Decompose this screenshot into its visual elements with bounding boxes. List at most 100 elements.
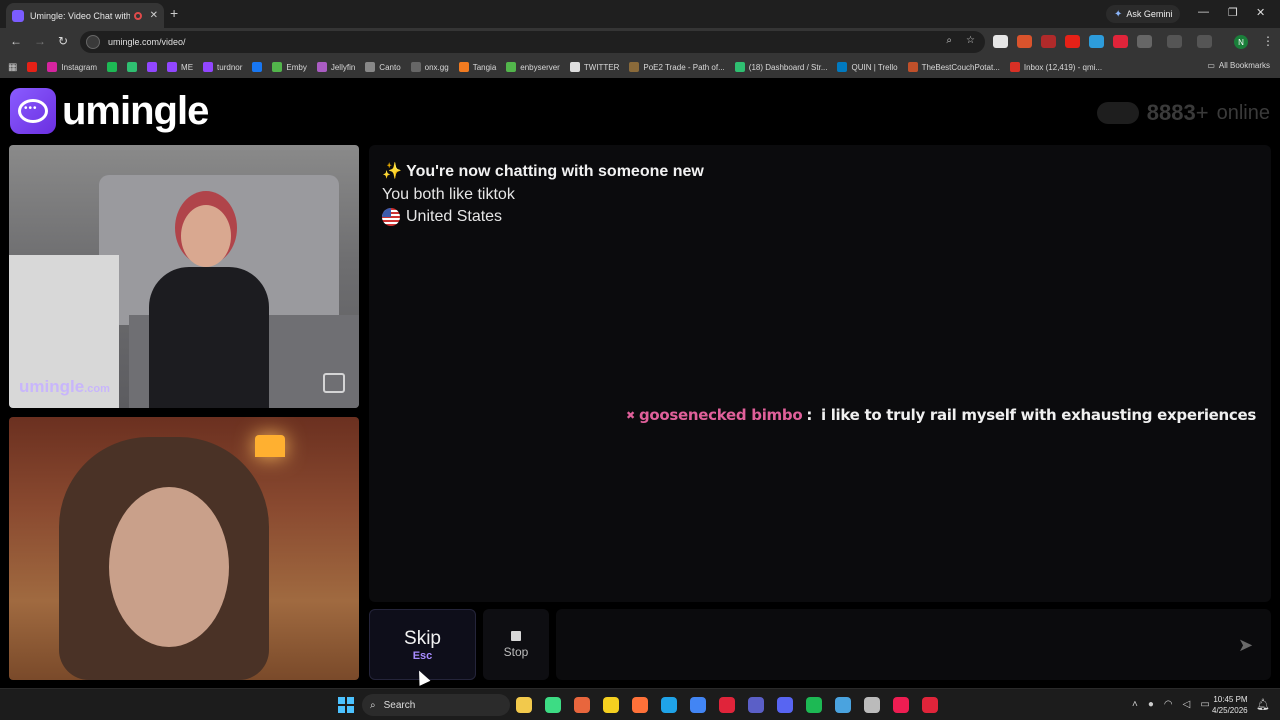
fox-extension-icon[interactable] [1017,35,1032,48]
red-extension-icon[interactable] [1041,35,1056,48]
bookmark-item[interactable] [27,62,38,72]
online-counter: 8883+ online [1096,100,1270,126]
site-info-icon[interactable] [86,35,100,49]
wifi-icon[interactable]: ◠ [1164,699,1173,710]
report-flag-icon[interactable] [323,373,345,393]
notepad-icon[interactable] [835,697,851,713]
umingle-watermark: umingle.com [19,377,110,396]
windows-taskbar: ⌕ Search ˄ ● ◠ ◁ ▭ 10:45 PM 4/25/2026 🔔︎ [0,688,1280,720]
side-panel-icon[interactable] [1167,35,1182,48]
file-explorer-icon[interactable] [516,697,532,713]
pink-extension-icon[interactable] [1113,35,1128,48]
new-tab-button[interactable]: + [170,5,178,21]
bookmark-item[interactable]: PoE2 Trade - Path of... [629,62,725,72]
notes-app-icon[interactable] [603,697,619,713]
apps-grid-icon[interactable]: ▦ [8,62,17,73]
tiktok-icon[interactable] [893,697,909,713]
bookmark-item[interactable] [107,62,118,72]
maximize-button[interactable]: ❐ [1228,6,1238,19]
skip-shortcut-key: Esc [412,649,433,662]
opera-icon[interactable] [719,697,735,713]
edge-icon[interactable] [661,697,677,713]
close-window-button[interactable]: ✕ [1256,6,1265,19]
menu-kebab-icon[interactable]: ⋮ [1262,34,1274,48]
profile-avatar[interactable]: N [1234,35,1248,49]
message-input[interactable] [556,609,1271,680]
record-icon[interactable] [922,697,938,713]
url-text[interactable]: umingle.com/video/ [108,37,186,47]
zoom-icon[interactable]: ⌕ [946,35,952,46]
browser-tab[interactable]: Umingle: Video Chat with S ✕ [6,3,164,28]
bookmark-item[interactable] [147,62,158,72]
volume-icon[interactable]: ◁ [1183,699,1191,710]
bookmark-item[interactable]: enbyserver [506,62,560,72]
taskbar-search[interactable]: ⌕ Search [362,694,510,716]
bookmark-item[interactable] [127,62,138,72]
bookmark-item[interactable]: Inbox (12,419) - qmi... [1009,62,1102,72]
umingle-logo[interactable]: umingle [10,88,209,134]
bookmark-item[interactable]: Tangia [458,62,496,72]
tab-title: Umingle: Video Chat with S [30,10,130,21]
recording-indicator-icon [133,11,142,20]
bookmark-label: onx.gg [424,62,449,72]
send-icon[interactable]: ➤ [1238,635,1253,656]
media-controls-icon[interactable] [1197,35,1212,48]
bookmark-item[interactable]: turdnor [203,62,242,72]
taskbar-clock[interactable]: 10:45 PM 4/25/2026 [1212,694,1248,716]
bookmark-item[interactable]: QUIN | Trello [837,62,898,72]
stranger-person [149,205,269,408]
forward-arrow-icon[interactable]: → [34,34,46,48]
brand-name: umingle [62,88,209,133]
ask-gemini-button[interactable]: ✦ Ask Gemini [1106,5,1181,23]
blue-extension-icon[interactable] [1089,35,1104,48]
address-bar[interactable]: umingle.com/video/ ⌕ ☆ [80,31,985,53]
bookmark-icon [167,62,178,72]
tab-close-icon[interactable]: ✕ [150,10,158,21]
reload-icon[interactable]: ↻ [58,34,68,48]
bookmark-item[interactable]: Jellyfin [316,62,355,72]
back-arrow-icon[interactable]: ← [10,34,22,48]
spotify-icon[interactable] [806,697,822,713]
bookmark-item[interactable]: onx.gg [410,62,449,72]
us-flag-icon [382,208,400,226]
tray-chevron-icon[interactable]: ˄ [1132,699,1138,710]
bookmark-icon [27,62,38,72]
bookmark-item[interactable]: TWITTER [569,62,619,72]
orange-app-icon[interactable] [574,697,590,713]
k-extension-icon[interactable] [993,35,1008,48]
puzzle-extensions-icon[interactable] [1137,35,1152,48]
bookmark-item[interactable]: Canto [365,62,401,72]
bookmark-item[interactable]: (18) Dashboard / Str... [734,62,827,72]
chrome-icon[interactable] [690,697,706,713]
settings-icon[interactable] [864,697,880,713]
notification-bell-icon[interactable]: 🔔︎ [1256,698,1270,711]
all-bookmarks-button[interactable]: ▭ All Bookmarks [1207,61,1270,70]
extensions-row [993,35,1212,48]
minimize-button[interactable]: — [1198,6,1209,18]
green-app-icon[interactable] [545,697,561,713]
bookmark-star-icon[interactable]: ☆ [966,35,975,46]
bookmark-item[interactable]: ME [167,62,193,72]
battery-icon[interactable]: ▭ [1200,699,1209,710]
clock-date: 4/25/2026 [1212,706,1248,715]
youtube-extension-icon[interactable] [1065,35,1080,48]
clock-time: 10:45 PM [1213,695,1248,704]
microphone-icon[interactable]: ● [1148,699,1154,710]
browser-toolbar: ← → ↻ umingle.com/video/ ⌕ ☆ ⋮ [0,28,1280,56]
discord-icon[interactable] [777,697,793,713]
system-message-new-chat: ✨ You're now chatting with someone new [382,163,704,180]
windows-start-icon[interactable] [338,697,354,713]
bookmark-item[interactable] [252,62,263,72]
bookmark-label: ME [181,62,194,72]
bookmark-icon [365,62,376,72]
bookmark-item[interactable]: Instagram [47,62,97,72]
bookmark-icon [458,62,469,72]
bookmark-icon [629,62,640,72]
bookmark-item[interactable]: TheBestCouchPotat... [907,62,1000,72]
country-name: United States [406,208,503,225]
bookmark-item[interactable]: Emby [272,62,307,72]
theme-toggle[interactable] [1096,102,1139,124]
stop-button[interactable]: Stop [483,609,549,680]
firefox-icon[interactable] [632,697,648,713]
teams-icon[interactable] [748,697,764,713]
